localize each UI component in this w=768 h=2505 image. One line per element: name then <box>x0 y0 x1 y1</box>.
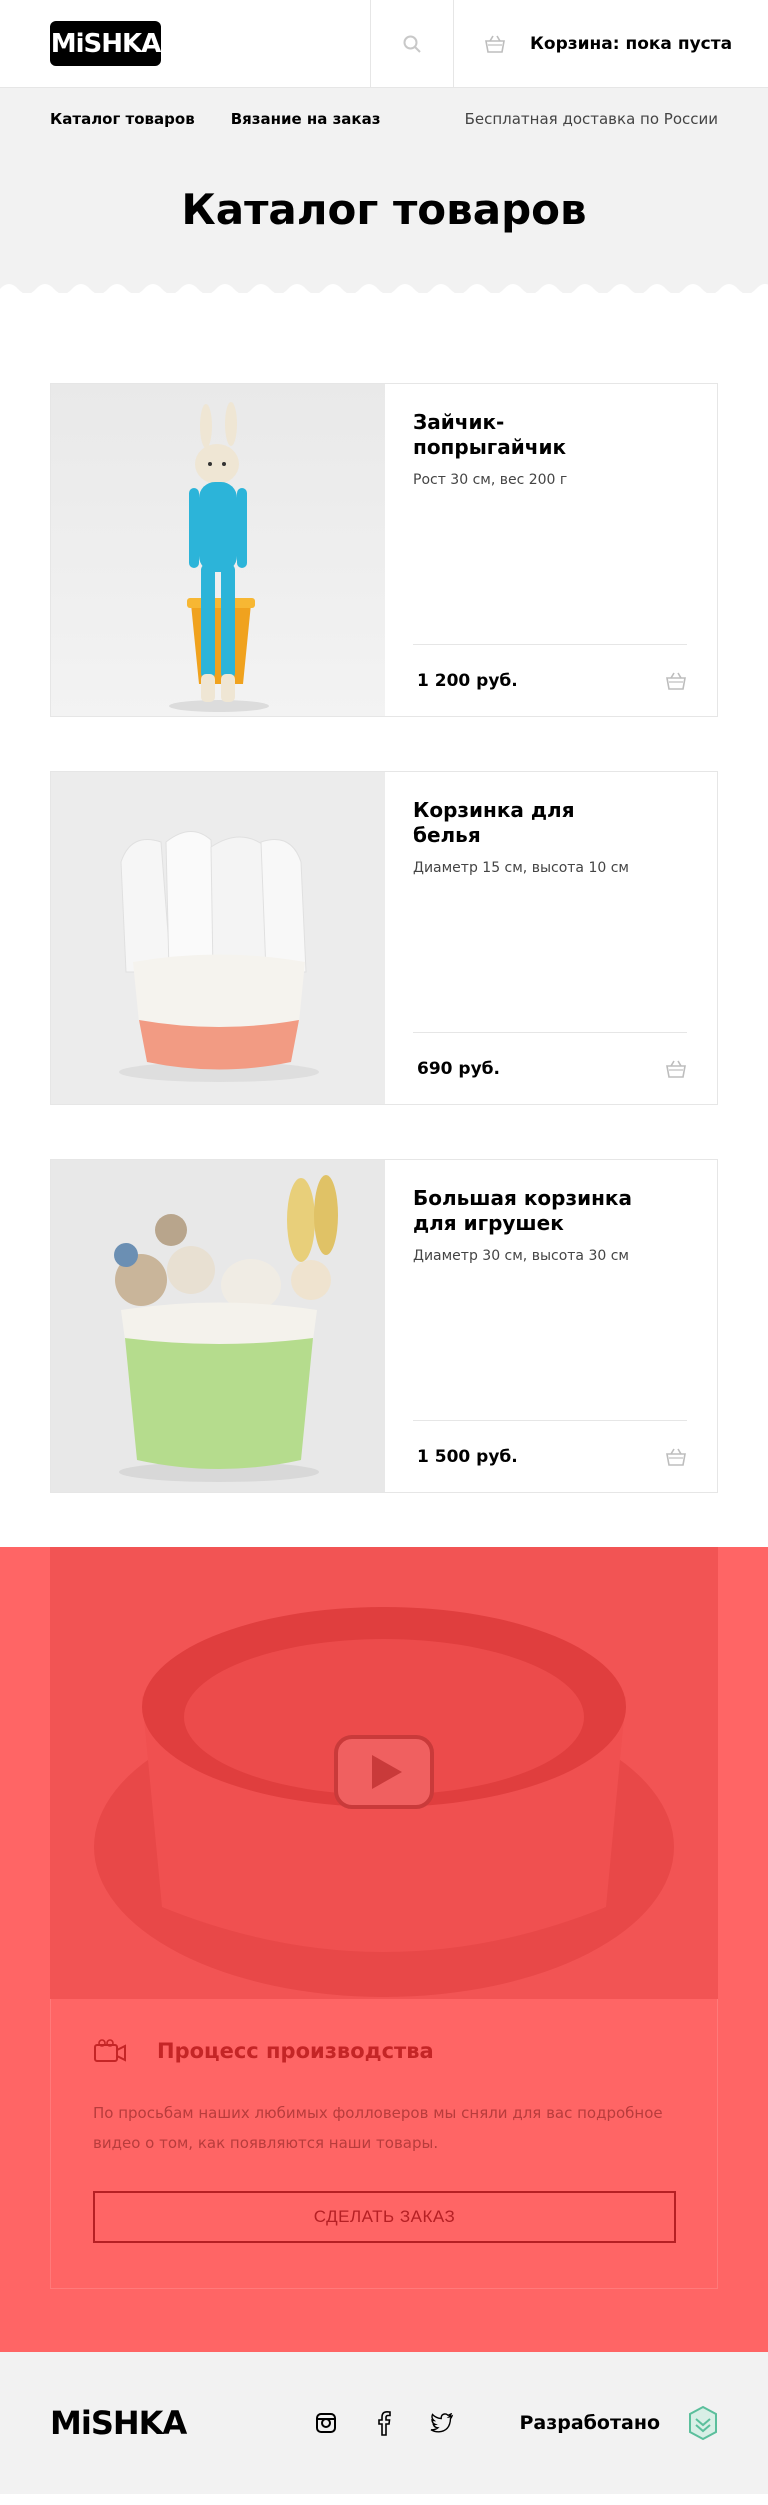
site-header: MiSHKA Корзина: пока пуста <box>0 0 768 88</box>
search-icon <box>403 35 421 53</box>
product-card[interactable]: Большая корзинка для игрушек Диаметр 30 … <box>50 1159 718 1493</box>
play-icon <box>334 1735 434 1809</box>
product-image-laundry-basket[interactable] <box>51 772 385 1104</box>
product-description: Рост 30 см, вес 200 г <box>413 472 568 488</box>
video-camera-icon <box>94 2039 126 2062</box>
add-to-cart-icon[interactable] <box>665 1059 687 1079</box>
twitter-icon <box>430 2413 454 2433</box>
product-info: Корзинка для белья Диаметр 15 см, высота… <box>385 772 717 1104</box>
video-player[interactable] <box>50 1547 718 1999</box>
product-footer: 1 200 руб. <box>413 644 687 716</box>
wave-divider <box>0 284 768 307</box>
product-title[interactable]: Большая корзинка для игрушек <box>413 1186 643 1236</box>
developer-logo-icon <box>689 2405 717 2441</box>
product-card[interactable]: Корзинка для белья Диаметр 15 см, высота… <box>50 771 718 1105</box>
product-image-toy-basket[interactable] <box>51 1160 385 1492</box>
video-title: Процесс производства <box>157 2039 434 2063</box>
product-price: 1 200 руб. <box>417 670 518 691</box>
video-description: По просьбам наших любимых фолловеров мы … <box>93 2104 663 2152</box>
instagram-link[interactable] <box>312 2409 340 2437</box>
search-button[interactable] <box>370 0 454 87</box>
facebook-link[interactable] <box>370 2409 398 2437</box>
order-button[interactable]: СДЕЛАТЬ ЗАКАЗ <box>93 2191 676 2243</box>
developed-by-label: Разработано <box>519 2412 660 2434</box>
social-links <box>312 2409 486 2437</box>
product-info: Зайчик-попрыгайчик Рост 30 см, вес 200 г… <box>385 384 717 716</box>
product-footer: 690 руб. <box>413 1032 687 1104</box>
product-description: Диаметр 15 см, высота 10 см <box>413 860 629 876</box>
main-nav: Каталог товаров Вязание на заказ Бесплат… <box>0 88 768 150</box>
site-logo[interactable]: MiSHKA <box>50 21 161 66</box>
video-info-panel: Процесс производства По просьбам наших л… <box>50 1999 718 2289</box>
basket-icon <box>485 35 505 53</box>
add-to-cart-icon[interactable] <box>665 671 687 691</box>
product-image-bunny[interactable] <box>51 384 385 716</box>
add-to-cart-icon[interactable] <box>665 1447 687 1467</box>
video-info-heading: Процесс производства <box>93 2039 675 2063</box>
logo-text: MiSHKA <box>50 28 162 59</box>
facebook-icon <box>378 2410 391 2436</box>
product-list: Зайчик-попрыгайчик Рост 30 см, вес 200 г… <box>0 293 768 1493</box>
catalog-header-band: Каталог товаров Вязание на заказ Бесплат… <box>0 88 768 307</box>
logo-container: MiSHKA <box>0 0 370 87</box>
cart-button[interactable]: Корзина: пока пуста <box>454 0 768 87</box>
twitter-link[interactable] <box>428 2409 456 2437</box>
nav-catalog-link[interactable]: Каталог товаров <box>50 110 195 128</box>
page-title: Каталог товаров <box>181 185 587 234</box>
product-price: 1 500 руб. <box>417 1446 518 1467</box>
product-title[interactable]: Корзинка для белья <box>413 798 643 848</box>
nav-knitting-link[interactable]: Вязание на заказ <box>231 110 381 128</box>
delivery-note: Бесплатная доставка по России <box>464 110 718 128</box>
instagram-icon <box>316 2413 336 2433</box>
product-description: Диаметр 30 см, высота 30 см <box>413 1248 629 1264</box>
product-info: Большая корзинка для игрушек Диаметр 30 … <box>385 1160 717 1492</box>
product-card[interactable]: Зайчик-попрыгайчик Рост 30 см, вес 200 г… <box>50 383 718 717</box>
product-footer: 1 500 руб. <box>413 1420 687 1492</box>
product-price: 690 руб. <box>417 1058 500 1079</box>
product-title[interactable]: Зайчик-попрыгайчик <box>413 410 643 460</box>
site-footer: MiSHKA Разработано <box>0 2352 768 2494</box>
cart-status: Корзина: пока пуста <box>530 33 733 54</box>
production-video-section: Процесс производства По просьбам наших л… <box>0 1547 768 2352</box>
footer-logo[interactable]: MiSHKA <box>50 2404 312 2442</box>
developer-credit[interactable]: Разработано <box>519 2405 718 2441</box>
